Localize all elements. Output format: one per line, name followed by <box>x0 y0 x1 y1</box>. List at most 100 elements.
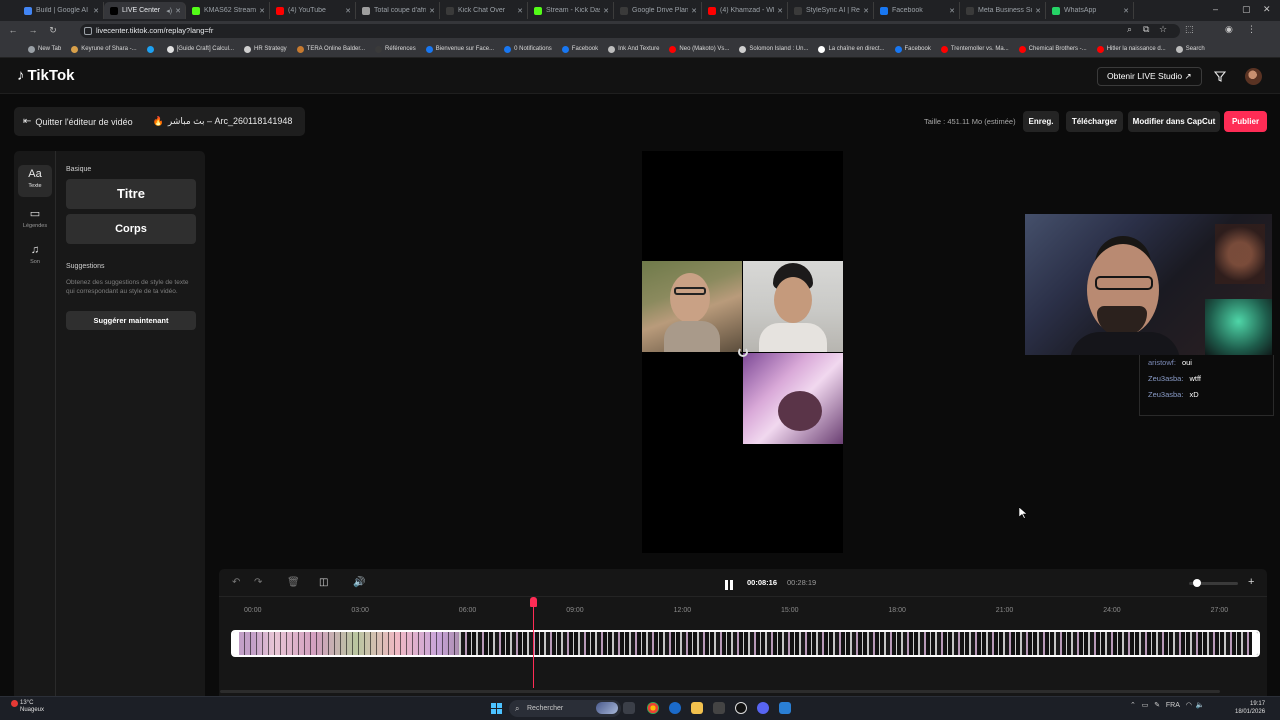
speaker-icon[interactable]: 🔈 <box>1196 702 1205 709</box>
get-live-studio-button[interactable]: Obtenir LIVE Studio ↗ <box>1097 67 1202 86</box>
clock[interactable]: 19:17 18/01/2026 <box>1235 700 1265 716</box>
bookmark-item[interactable]: Trentemoller vs. Ma... <box>940 45 1009 53</box>
system-tray[interactable]: ⌃ ▭ ✎ FRA ◠ 🔈 <box>1130 701 1204 709</box>
back-icon[interactable]: ← <box>4 25 22 35</box>
browser-tab[interactable]: Kick Chat Over ✕ <box>440 2 528 19</box>
forward-icon[interactable]: → <box>24 25 42 35</box>
close-tab-icon[interactable]: ✕ <box>517 7 523 15</box>
weather-widget[interactable]: 13°C Nuageux <box>11 700 44 714</box>
publish-button[interactable]: Publier <box>1224 111 1267 132</box>
browser-tab[interactable]: (4) Khamzad - Wh ✕ <box>702 2 788 19</box>
close-tab-icon[interactable]: ✕ <box>949 7 955 15</box>
tab-captions[interactable]: ▭ Légendes <box>18 205 52 237</box>
volume-icon[interactable]: 🔊 <box>353 577 365 588</box>
split-icon[interactable]: ◫ <box>319 577 328 588</box>
browser-tab[interactable]: KMAS62 Stream - ✕ <box>186 2 270 19</box>
zoom-in-icon[interactable]: + <box>1248 576 1254 588</box>
edit-in-capcut-button[interactable]: Modifier dans CapCut <box>1128 111 1220 132</box>
undo-icon[interactable]: ↶ <box>232 577 240 588</box>
video-preview[interactable] <box>642 151 843 553</box>
browser-tab[interactable]: Meta Business Suite✕ <box>960 2 1046 19</box>
close-tab-icon[interactable]: ✕ <box>175 7 181 15</box>
bookmark-item[interactable]: [Guide Craft] Calcul... <box>166 45 234 53</box>
wifi-icon[interactable]: ◠ <box>1186 702 1192 709</box>
bookmark-item[interactable]: Solomon Island : Un... <box>739 45 808 53</box>
bookmark-item[interactable]: Neo (Makoto) Vs... <box>669 45 729 53</box>
close-window-icon[interactable]: ✕ <box>1263 4 1271 15</box>
bookmark-item[interactable]: Ink And Texture <box>608 45 659 53</box>
file-explorer-icon[interactable] <box>691 702 703 714</box>
bookmark-item[interactable]: 0 Notifications <box>504 45 552 53</box>
zoom-icon[interactable]: ⌕ <box>1127 24 1132 35</box>
url-field[interactable]: livecenter.tiktok.com/replay?lang=fr <box>80 24 1180 38</box>
zoom-slider-handle[interactable] <box>1193 579 1201 587</box>
xbox-icon[interactable] <box>735 702 747 714</box>
timeline-scrollbar[interactable] <box>220 690 1220 693</box>
playhead-handle[interactable] <box>530 597 537 607</box>
task-view-icon[interactable] <box>623 702 635 714</box>
redo-icon[interactable]: ↷ <box>254 577 262 588</box>
trim-handle-right[interactable] <box>1252 632 1258 655</box>
bookmark-item[interactable]: Bienvenue sur Face... <box>425 45 494 53</box>
browser-tab[interactable]: Build | Google AI S ✕ <box>18 2 104 19</box>
trim-handle-left[interactable] <box>233 632 239 655</box>
browser-tab[interactable]: Facebook ✕ <box>874 2 960 19</box>
menu-icon[interactable]: ⋮ <box>1247 24 1256 35</box>
close-tab-icon[interactable]: ✕ <box>863 7 869 15</box>
tab-audio-icon[interactable]: ◂) <box>166 7 172 15</box>
chrome-icon[interactable] <box>647 702 659 714</box>
exit-icon[interactable]: ⇤ <box>23 116 31 127</box>
copilot-icon[interactable] <box>596 702 618 714</box>
bookmark-item[interactable]: Facebook <box>561 45 598 53</box>
bookmark-item[interactable]: HR Strategy <box>243 45 287 53</box>
bookmark-star-icon[interactable]: ☆ <box>1159 24 1167 35</box>
bookmark-item[interactable]: Hitler la naissance d... <box>1096 45 1166 53</box>
minimize-icon[interactable]: – <box>1213 4 1218 14</box>
close-tab-icon[interactable]: ✕ <box>93 7 99 15</box>
chevron-up-icon[interactable]: ⌃ <box>1130 702 1136 709</box>
tiktok-logo[interactable]: ♪ TikTok <box>17 67 74 84</box>
close-tab-icon[interactable]: ✕ <box>691 7 697 15</box>
maximize-icon[interactable]: ▢ <box>1242 4 1251 15</box>
quit-editor-button[interactable]: Quitter l'éditeur de vidéo <box>35 117 132 127</box>
video-clip-track[interactable] <box>231 630 1260 657</box>
lang-indicator[interactable]: FRA <box>1166 702 1180 709</box>
pause-button[interactable] <box>725 577 735 590</box>
bookmark-item[interactable]: TERA Online Balder... <box>296 45 365 53</box>
close-tab-icon[interactable]: ✕ <box>603 7 609 15</box>
browser-tab[interactable]: Google Drive Plans ✕ <box>614 2 702 19</box>
app-icon[interactable] <box>713 702 725 714</box>
close-tab-icon[interactable]: ✕ <box>259 7 265 15</box>
filter-icon[interactable] <box>1214 70 1226 82</box>
store-icon[interactable] <box>779 702 791 714</box>
playhead[interactable] <box>533 600 534 688</box>
close-tab-icon[interactable]: ✕ <box>1035 7 1041 15</box>
download-button[interactable]: Télécharger <box>1066 111 1123 132</box>
extensions-icon[interactable]: ⬚ <box>1185 24 1194 35</box>
save-button[interactable]: Enreg. <box>1023 111 1059 132</box>
bookmark-item[interactable] <box>146 45 157 53</box>
discord-icon[interactable] <box>757 702 769 714</box>
bookmark-item[interactable]: Chemical Brothers -... <box>1018 45 1087 53</box>
title-style-button[interactable]: Titre <box>66 179 196 209</box>
tab-sound[interactable]: ♫ Son <box>18 241 52 273</box>
browser-tab[interactable]: Stream - Kick Dash✕ <box>528 2 614 19</box>
bookmark-item[interactable]: La chaîne en direct... <box>818 45 885 53</box>
close-tab-icon[interactable]: ✕ <box>777 7 783 15</box>
body-style-button[interactable]: Corps <box>66 214 196 244</box>
site-info-icon[interactable] <box>84 27 92 35</box>
bookmark-item[interactable]: Facebook <box>894 45 931 53</box>
steam-icon[interactable] <box>669 702 681 714</box>
reload-icon[interactable]: ↻ <box>44 25 62 36</box>
browser-tab[interactable]: StyleSync AI | Rest ✕ <box>788 2 874 19</box>
bookmark-item[interactable]: Références <box>375 45 416 53</box>
screencast-icon[interactable]: ⧉ <box>1143 24 1149 35</box>
avatar[interactable] <box>1245 68 1262 85</box>
bookmark-item[interactable]: Keyrune of Shara -... <box>71 45 137 53</box>
suggest-now-button[interactable]: Suggérer maintenant <box>66 311 196 330</box>
delete-icon[interactable]: 🗑 <box>287 577 300 588</box>
browser-tab[interactable]: WhatsApp ✕ <box>1046 2 1134 19</box>
close-tab-icon[interactable]: ✕ <box>1123 7 1129 15</box>
windows-start-icon[interactable] <box>491 703 502 714</box>
close-tab-icon[interactable]: ✕ <box>345 7 351 15</box>
